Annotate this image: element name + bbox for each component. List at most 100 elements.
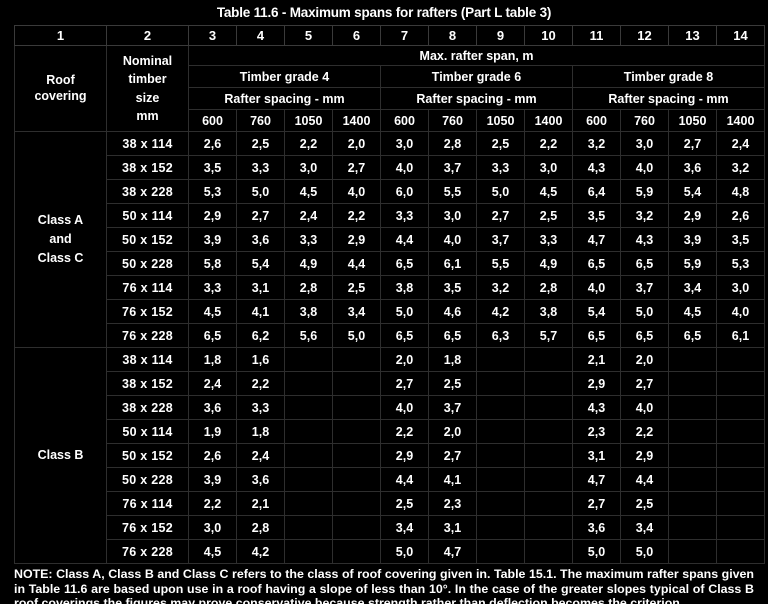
span-value-cell — [332, 371, 381, 396]
span-value-cell: 3,0 — [620, 131, 669, 156]
span-value-cell: 6,3 — [476, 323, 525, 348]
span-value-cell: 3,6 — [236, 467, 285, 492]
span-value-cell: 4,9 — [284, 251, 333, 276]
header-spacing-g2-1400: 1400 — [524, 109, 573, 132]
header-rafter-spacing-1: Rafter spacing - mm — [188, 87, 381, 110]
span-value-cell: 4,0 — [620, 155, 669, 180]
span-value-cell: 3,2 — [620, 203, 669, 228]
span-value-cell: 5,5 — [476, 251, 525, 276]
span-value-cell — [716, 371, 765, 396]
timber-size-cell: 50 x 152 — [106, 443, 189, 468]
column-number-7: 7 — [380, 25, 429, 46]
span-value-cell: 3,0 — [284, 155, 333, 180]
table-row: 50 x 228 5,8 5,4 4,9 4,4 6,5 6,1 5,5 4,9 6,5 6,5 5,… — [15, 251, 765, 276]
table-row: 50 x 152 2,6 2,4 2,9 2,7 3,1 2,9 — [15, 443, 765, 468]
column-number-2: 2 — [106, 25, 189, 46]
column-number-9: 9 — [476, 25, 525, 46]
span-value-cell: 3,5 — [716, 227, 765, 252]
span-value-cell: 2,9 — [188, 203, 237, 228]
span-value-cell: 4,5 — [188, 299, 237, 324]
column-number-13: 13 — [668, 25, 717, 46]
span-value-cell: 4,4 — [332, 251, 381, 276]
span-value-cell: 5,5 — [428, 179, 477, 204]
table-row: 50 x 114 1,9 1,8 2,2 2,0 2,3 2,2 — [15, 419, 765, 444]
span-value-cell: 3,1 — [428, 515, 477, 540]
span-value-cell — [716, 419, 765, 444]
column-number-3: 3 — [188, 25, 237, 46]
span-value-cell: 3,9 — [188, 227, 237, 252]
span-value-cell: 3,9 — [668, 227, 717, 252]
header-spacing-g3-760: 760 — [620, 109, 669, 132]
span-value-cell — [332, 539, 381, 564]
span-value-cell: 5,4 — [236, 251, 285, 276]
column-number-11: 11 — [572, 25, 621, 46]
span-value-cell: 5,6 — [284, 323, 333, 348]
span-value-cell: 2,2 — [332, 203, 381, 228]
timber-size-cell: 50 x 228 — [106, 467, 189, 492]
span-value-cell: 4,5 — [668, 299, 717, 324]
span-value-cell: 3,6 — [572, 515, 621, 540]
figure-title-text: Table 11.6 - Maximum spans for rafters (… — [216, 5, 552, 20]
span-value-cell: 2,0 — [620, 347, 669, 372]
span-value-cell: 3,3 — [188, 275, 237, 300]
span-value-cell — [716, 347, 765, 372]
span-value-cell: 2,7 — [668, 131, 717, 156]
span-value-cell — [284, 371, 333, 396]
span-value-cell: 3,7 — [620, 275, 669, 300]
span-value-cell: 4,4 — [620, 467, 669, 492]
timber-size-cell: 38 x 228 — [106, 395, 189, 420]
table-body: 1 2 3 4 5 6 7 8 9 10 11 12 13 14 Roof covering Nominal ti… — [14, 25, 765, 564]
span-value-cell: 4,2 — [476, 299, 525, 324]
span-value-cell: 3,4 — [668, 275, 717, 300]
span-value-cell — [332, 419, 381, 444]
span-value-cell: 2,5 — [428, 371, 477, 396]
span-value-cell: 6,1 — [716, 323, 765, 348]
span-value-cell — [668, 347, 717, 372]
span-value-cell: 5,0 — [236, 179, 285, 204]
span-value-cell — [668, 419, 717, 444]
header-spacing-g3-600: 600 — [572, 109, 621, 132]
span-value-cell — [476, 467, 525, 492]
span-value-cell: 2,9 — [380, 443, 429, 468]
timber-size-cell: 50 x 228 — [106, 251, 189, 276]
span-value-cell: 3,2 — [716, 155, 765, 180]
span-value-cell: 4,3 — [572, 395, 621, 420]
span-value-cell — [524, 443, 573, 468]
span-value-cell: 3,5 — [428, 275, 477, 300]
span-value-cell: 4,0 — [716, 299, 765, 324]
span-value-cell: 2,4 — [284, 203, 333, 228]
span-value-cell — [332, 347, 381, 372]
span-value-cell — [476, 395, 525, 420]
timber-size-cell: 76 x 152 — [106, 515, 189, 540]
span-value-cell: 2,8 — [524, 275, 573, 300]
span-value-cell: 2,8 — [428, 131, 477, 156]
span-value-cell: 2,6 — [716, 203, 765, 228]
span-value-cell: 2,7 — [380, 371, 429, 396]
span-value-cell: 3,6 — [188, 395, 237, 420]
span-value-cell: 4,0 — [572, 275, 621, 300]
span-value-cell: 5,0 — [572, 539, 621, 564]
table-row: 50 x 152 3,9 3,6 3,3 2,9 4,4 4,0 3,7 3,3 4,7 4,3 3,… — [15, 227, 765, 252]
span-value-cell: 4,5 — [524, 179, 573, 204]
timber-size-cell: 76 x 152 — [106, 299, 189, 324]
span-value-cell — [524, 347, 573, 372]
timber-size-cell: 76 x 228 — [106, 539, 189, 564]
span-value-cell: 2,2 — [620, 419, 669, 444]
span-value-cell: 2,5 — [236, 131, 285, 156]
span-value-cell — [476, 347, 525, 372]
span-value-cell: 3,6 — [668, 155, 717, 180]
table-row: 38 x 228 3,6 3,3 4,0 3,7 4,3 4,0 — [15, 395, 765, 420]
span-value-cell — [284, 395, 333, 420]
span-value-cell — [476, 491, 525, 516]
span-value-cell — [716, 491, 765, 516]
span-value-cell: 3,9 — [188, 467, 237, 492]
span-value-cell: 3,5 — [188, 155, 237, 180]
timber-size-cell: 76 x 228 — [106, 323, 189, 348]
span-value-cell: 6,0 — [380, 179, 429, 204]
span-value-cell: 6,2 — [236, 323, 285, 348]
table-row: 76 x 152 3,0 2,8 3,4 3,1 3,6 3,4 — [15, 515, 765, 540]
span-value-cell: 3,7 — [428, 155, 477, 180]
span-value-cell: 6,5 — [620, 323, 669, 348]
span-value-cell: 3,7 — [428, 395, 477, 420]
column-number-8: 8 — [428, 25, 477, 46]
